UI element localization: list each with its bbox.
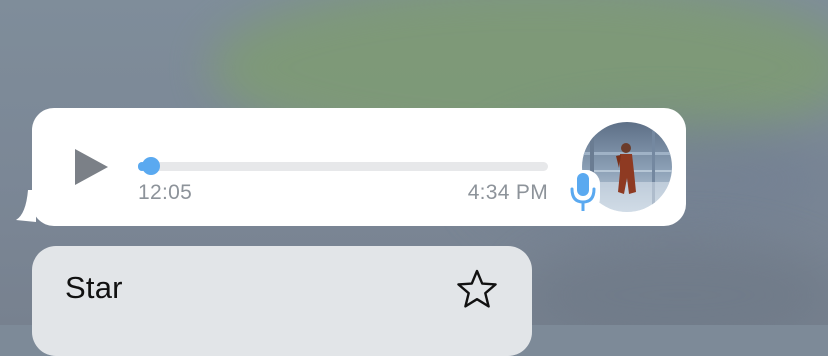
play-icon xyxy=(75,149,108,185)
microphone-glyph xyxy=(570,173,596,211)
playback-progress-bar[interactable] xyxy=(138,157,548,175)
wallpaper-blur-bottom xyxy=(520,240,828,325)
context-menu-item-star[interactable]: Star xyxy=(32,246,532,336)
microphone-icon xyxy=(566,170,600,214)
voice-message-duration: 12:05 xyxy=(138,181,193,204)
context-menu-item-label: Star xyxy=(65,270,123,305)
play-button[interactable] xyxy=(72,146,112,188)
star-icon xyxy=(457,269,497,308)
message-timestamp: 4:34 PM xyxy=(467,181,548,204)
message-context-menu: Star xyxy=(32,246,532,356)
